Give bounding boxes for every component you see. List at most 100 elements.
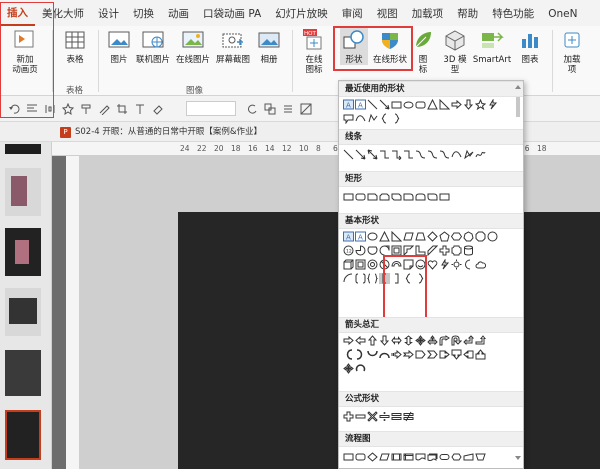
line-shape[interactable] [343,149,354,160]
crop-icon[interactable] [116,103,128,115]
double-bracket-shape[interactable] [355,273,366,284]
smartart-button[interactable]: SmartArt [472,28,512,65]
decagon-shape[interactable] [487,231,498,242]
curved-up-arrow-shape[interactable] [367,349,378,360]
picture-button[interactable]: 图片 [104,28,134,65]
arrow-line-shape[interactable] [355,149,366,160]
minus-shape[interactable] [355,411,366,422]
cloud-shape[interactable] [475,259,486,270]
down-arrow-shape[interactable] [379,335,390,346]
can-shape[interactable] [463,245,474,256]
diagonal-stripe-shape[interactable] [427,245,438,256]
double-brace-shape[interactable] [367,273,378,284]
elbow-arrow-shape[interactable] [391,149,402,160]
ribbon-tab[interactable]: 口袋动画 PA [196,2,268,26]
chart-button[interactable]: 图表 [516,28,544,65]
model-3d-button[interactable]: 3D 模 型 [440,28,470,75]
plaque-shape[interactable] [451,245,462,256]
scroll-up-icon[interactable] [515,85,521,89]
online-icon-button[interactable]: HOT 在线 图标 [298,28,330,75]
ribbon-tab[interactable]: 幻灯片放映 [268,2,335,26]
rectangle-shape[interactable] [343,191,354,202]
line-shape[interactable] [367,99,378,110]
rounded-rect-shape[interactable] [355,191,366,202]
arrow-line-shape[interactable] [379,99,390,110]
curved-right-arrow-shape[interactable] [343,348,354,360]
parallelogram-shape[interactable] [403,231,414,242]
snip-corner-rect-shape[interactable] [367,191,378,202]
scroll-thumb[interactable] [516,97,520,117]
curved-down-arrow-shape[interactable] [379,349,390,360]
plus-shape[interactable] [343,411,354,422]
flowchart-manual-operation-shape[interactable] [475,451,486,462]
double-arrow-line-shape[interactable] [367,149,378,160]
chevron-shape[interactable] [427,349,438,360]
donut-shape[interactable] [367,259,378,270]
ribbon-tab[interactable]: 设计 [91,2,126,26]
bent-up-arrow-shape[interactable] [475,334,486,346]
online-picture-lib-button[interactable]: 联机图片 [134,28,172,65]
slide-thumbnail[interactable] [5,288,41,336]
ribbon-tab[interactable]: 动画 [161,2,196,26]
right-triangle-shape[interactable] [391,230,402,242]
slide-thumbnail-selected[interactable] [5,410,41,460]
l-shape[interactable] [415,245,426,256]
up-down-arrow-shape[interactable] [403,334,414,346]
triangle-shape[interactable] [427,98,438,110]
left-right-arrow-shape[interactable] [391,335,402,346]
quad-arrow-callout-shape[interactable] [343,362,354,374]
frame-shape[interactable] [391,245,402,256]
rectangle-shape[interactable] [391,99,402,110]
snip-two-corner-rect-shape[interactable] [379,191,390,202]
slide-thumbnail[interactable] [5,228,41,276]
flowchart-document-shape[interactable] [415,451,426,462]
divide-shape[interactable] [379,411,390,422]
scroll-down-icon[interactable] [515,456,521,460]
icons-button[interactable]: 图 标 [412,28,434,75]
notched-right-arrow-shape[interactable] [403,349,414,360]
flowchart-predefined-shape[interactable] [391,451,402,462]
round-single-corner-rect-shape[interactable] [403,191,414,202]
equal-shape[interactable] [391,411,402,422]
octagon-shape[interactable] [475,231,486,242]
curved-left-arrow-shape[interactable] [355,348,366,360]
curve-shape[interactable] [451,149,462,160]
triangle-shape[interactable] [379,230,390,242]
ribbon-tab[interactable]: 特色功能 [485,2,541,26]
lightning-shape[interactable] [487,98,498,110]
freeform-shape[interactable] [463,149,474,160]
freeform-shape[interactable] [367,113,378,124]
elbow-connector-shape[interactable] [379,149,390,160]
multiply-shape[interactable] [367,410,378,422]
format-painter-icon[interactable] [80,103,92,115]
textbox-shape[interactable]: A [343,99,354,110]
ribbon-tab[interactable]: OneN [541,2,584,26]
snip-diagonal-rect-shape[interactable] [391,191,402,202]
screenshot-button[interactable]: 屏幕截图 [214,28,252,65]
heart-shape[interactable] [427,259,438,270]
u-turn-arrow-shape[interactable] [451,334,462,346]
sun-shape[interactable] [451,259,462,270]
flowchart-preparation-shape[interactable] [451,451,462,462]
slide-thumbnail[interactable] [5,144,41,154]
flowchart-process-shape[interactable] [343,451,354,462]
diamond-shape[interactable] [427,230,438,242]
down-arrow-callout-shape[interactable] [451,349,462,360]
quad-arrow-shape[interactable] [415,334,426,346]
curve-shape[interactable] [355,113,366,124]
eraser-icon[interactable] [152,103,164,115]
dropdown-scrollbar[interactable] [515,85,521,460]
trapezoid-shape[interactable] [415,231,426,242]
pentagon-shape[interactable] [439,230,450,242]
up-arrow-callout-shape[interactable] [475,348,486,360]
table-button[interactable]: 表格 [60,28,90,65]
curved-arrow-shape[interactable] [427,149,438,160]
slide-thumbnail[interactable] [5,350,41,396]
ribbon-tab[interactable]: 切换 [126,2,161,26]
text-icon[interactable] [134,103,146,115]
left-arrow-shape[interactable] [355,335,366,346]
ribbon-tab[interactable]: 审阅 [335,2,370,26]
curved-double-arrow-shape[interactable] [439,149,450,160]
half-frame-shape[interactable] [403,245,414,256]
slide-thumbnail[interactable] [5,168,41,216]
